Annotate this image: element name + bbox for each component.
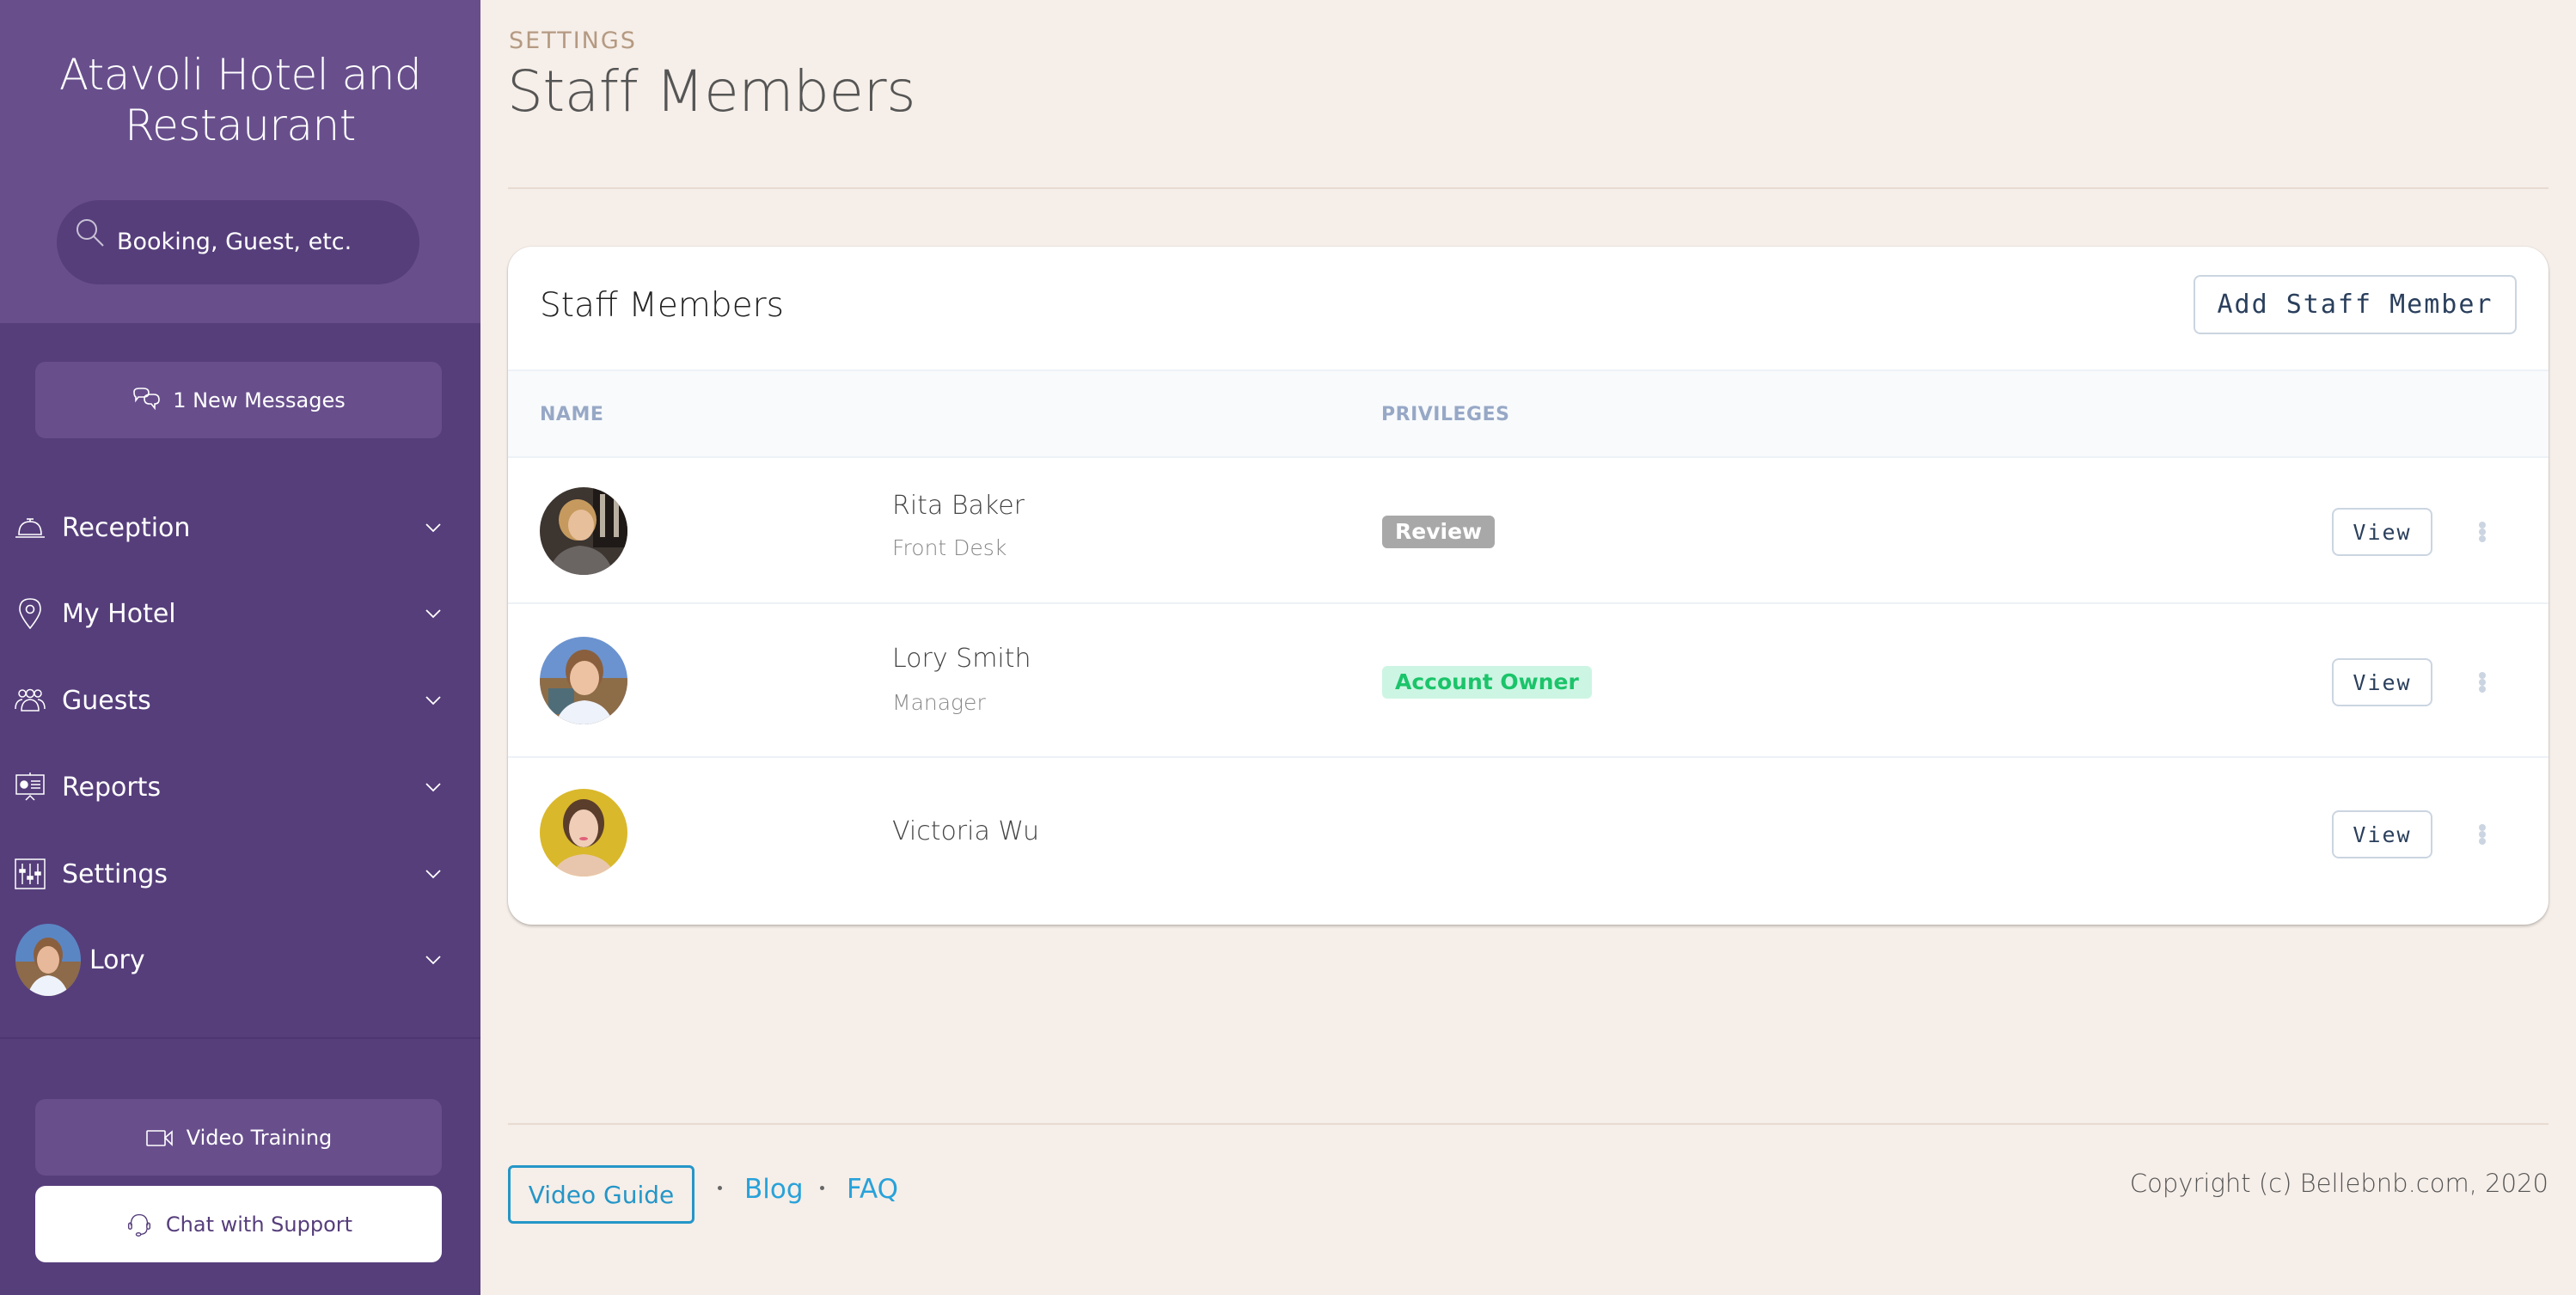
user-avatar (15, 924, 81, 996)
search-input[interactable] (117, 219, 401, 264)
table-row: Lory Smith Manager Account Owner View (508, 604, 2548, 758)
user-name: Lory (89, 944, 145, 975)
chat-bubbles-icon (133, 387, 161, 410)
staff-name: Victoria Wu (892, 816, 1040, 846)
more-options-icon[interactable] (2474, 819, 2491, 850)
video-camera-icon (145, 1129, 173, 1146)
sidebar-item-label: Guests (62, 685, 151, 716)
staff-role: Front Desk (892, 535, 1007, 560)
chevron-down-icon (425, 523, 441, 533)
table-row: Rita Baker Front Desk Review View (508, 458, 2548, 604)
video-training-button[interactable]: Video Training (35, 1099, 442, 1176)
separator-dot (820, 1186, 824, 1190)
view-button[interactable]: View (2332, 658, 2432, 706)
staff-name: Lory Smith (892, 644, 1031, 674)
more-options-icon[interactable] (2474, 516, 2491, 547)
sidebar-header: Atavoli Hotel and Restaurant (0, 0, 480, 323)
header-divider (508, 187, 2548, 189)
avatar (540, 789, 627, 877)
sidebar-item-reports[interactable]: Reports (0, 753, 480, 822)
chevron-down-icon (425, 956, 441, 965)
video-guide-button[interactable]: Video Guide (508, 1165, 694, 1224)
sidebar: Atavoli Hotel and Restaurant 1 New Messa… (0, 0, 480, 1295)
sidebar-item-label: My Hotel (62, 598, 176, 629)
users-icon (15, 688, 46, 712)
view-button[interactable]: View (2332, 810, 2432, 858)
avatar (540, 637, 627, 724)
staff-role: Manager (892, 690, 986, 715)
sidebar-item-user[interactable]: Lory (0, 924, 480, 996)
sidebar-item-label: Reports (62, 772, 162, 803)
hotel-name: Atavoli Hotel and Restaurant (0, 50, 480, 151)
more-options-icon[interactable] (2474, 667, 2491, 698)
copyright: Copyright (c) Bellebnb.com, 2020 (2129, 1169, 2548, 1198)
sliders-icon (15, 858, 46, 889)
sidebar-divider (0, 1037, 480, 1039)
hotel-name-line1: Atavoli Hotel and (58, 50, 422, 100)
sidebar-item-label: Reception (62, 512, 191, 543)
privilege-badge: Account Owner (1382, 666, 1592, 699)
avatar (540, 487, 627, 575)
table-header: NAME PRIVILEGES (508, 370, 2548, 458)
chat-support-button[interactable]: Chat with Support (35, 1186, 442, 1262)
chevron-down-icon (425, 696, 441, 706)
sidebar-item-my-hotel[interactable]: My Hotel (0, 579, 480, 648)
presentation-icon (15, 773, 45, 801)
chevron-down-icon (425, 870, 441, 879)
chevron-down-icon (425, 783, 441, 792)
card-title: Staff Members (540, 286, 784, 325)
hotel-name-line2: Restaurant (125, 101, 356, 150)
table-row: Victoria Wu View (508, 758, 2548, 925)
view-button[interactable]: View (2332, 508, 2432, 556)
privilege-badge: Review (1382, 516, 1496, 548)
faq-link[interactable]: FAQ (847, 1174, 898, 1205)
new-messages-button[interactable]: 1 New Messages (35, 362, 442, 438)
new-messages-label: 1 New Messages (173, 388, 346, 412)
sidebar-item-guests[interactable]: Guests (0, 666, 480, 735)
page-title: Staff Members (507, 58, 916, 125)
separator-dot (718, 1186, 722, 1190)
column-header-privileges: PRIVILEGES (1381, 404, 1510, 425)
service-bell-icon (15, 518, 45, 538)
chevron-down-icon (425, 609, 441, 619)
blog-link[interactable]: Blog (744, 1174, 804, 1205)
sidebar-item-label: Settings (62, 858, 168, 889)
headset-icon (127, 1213, 150, 1237)
add-staff-member-button[interactable]: Add Staff Member (2194, 275, 2517, 334)
footer-divider (508, 1123, 2548, 1125)
map-pin-icon (19, 598, 41, 629)
video-training-label: Video Training (186, 1125, 333, 1150)
sidebar-item-reception[interactable]: Reception (0, 493, 480, 562)
chat-support-label: Chat with Support (165, 1212, 353, 1237)
sidebar-item-settings[interactable]: Settings (0, 840, 480, 908)
search-box[interactable] (57, 200, 419, 284)
staff-members-card: Staff Members Add Staff Member NAME PRIV… (508, 247, 2548, 925)
search-icon (76, 219, 104, 247)
staff-name: Rita Baker (892, 491, 1025, 521)
breadcrumb: SETTINGS (509, 27, 637, 54)
column-header-name: NAME (540, 404, 604, 425)
